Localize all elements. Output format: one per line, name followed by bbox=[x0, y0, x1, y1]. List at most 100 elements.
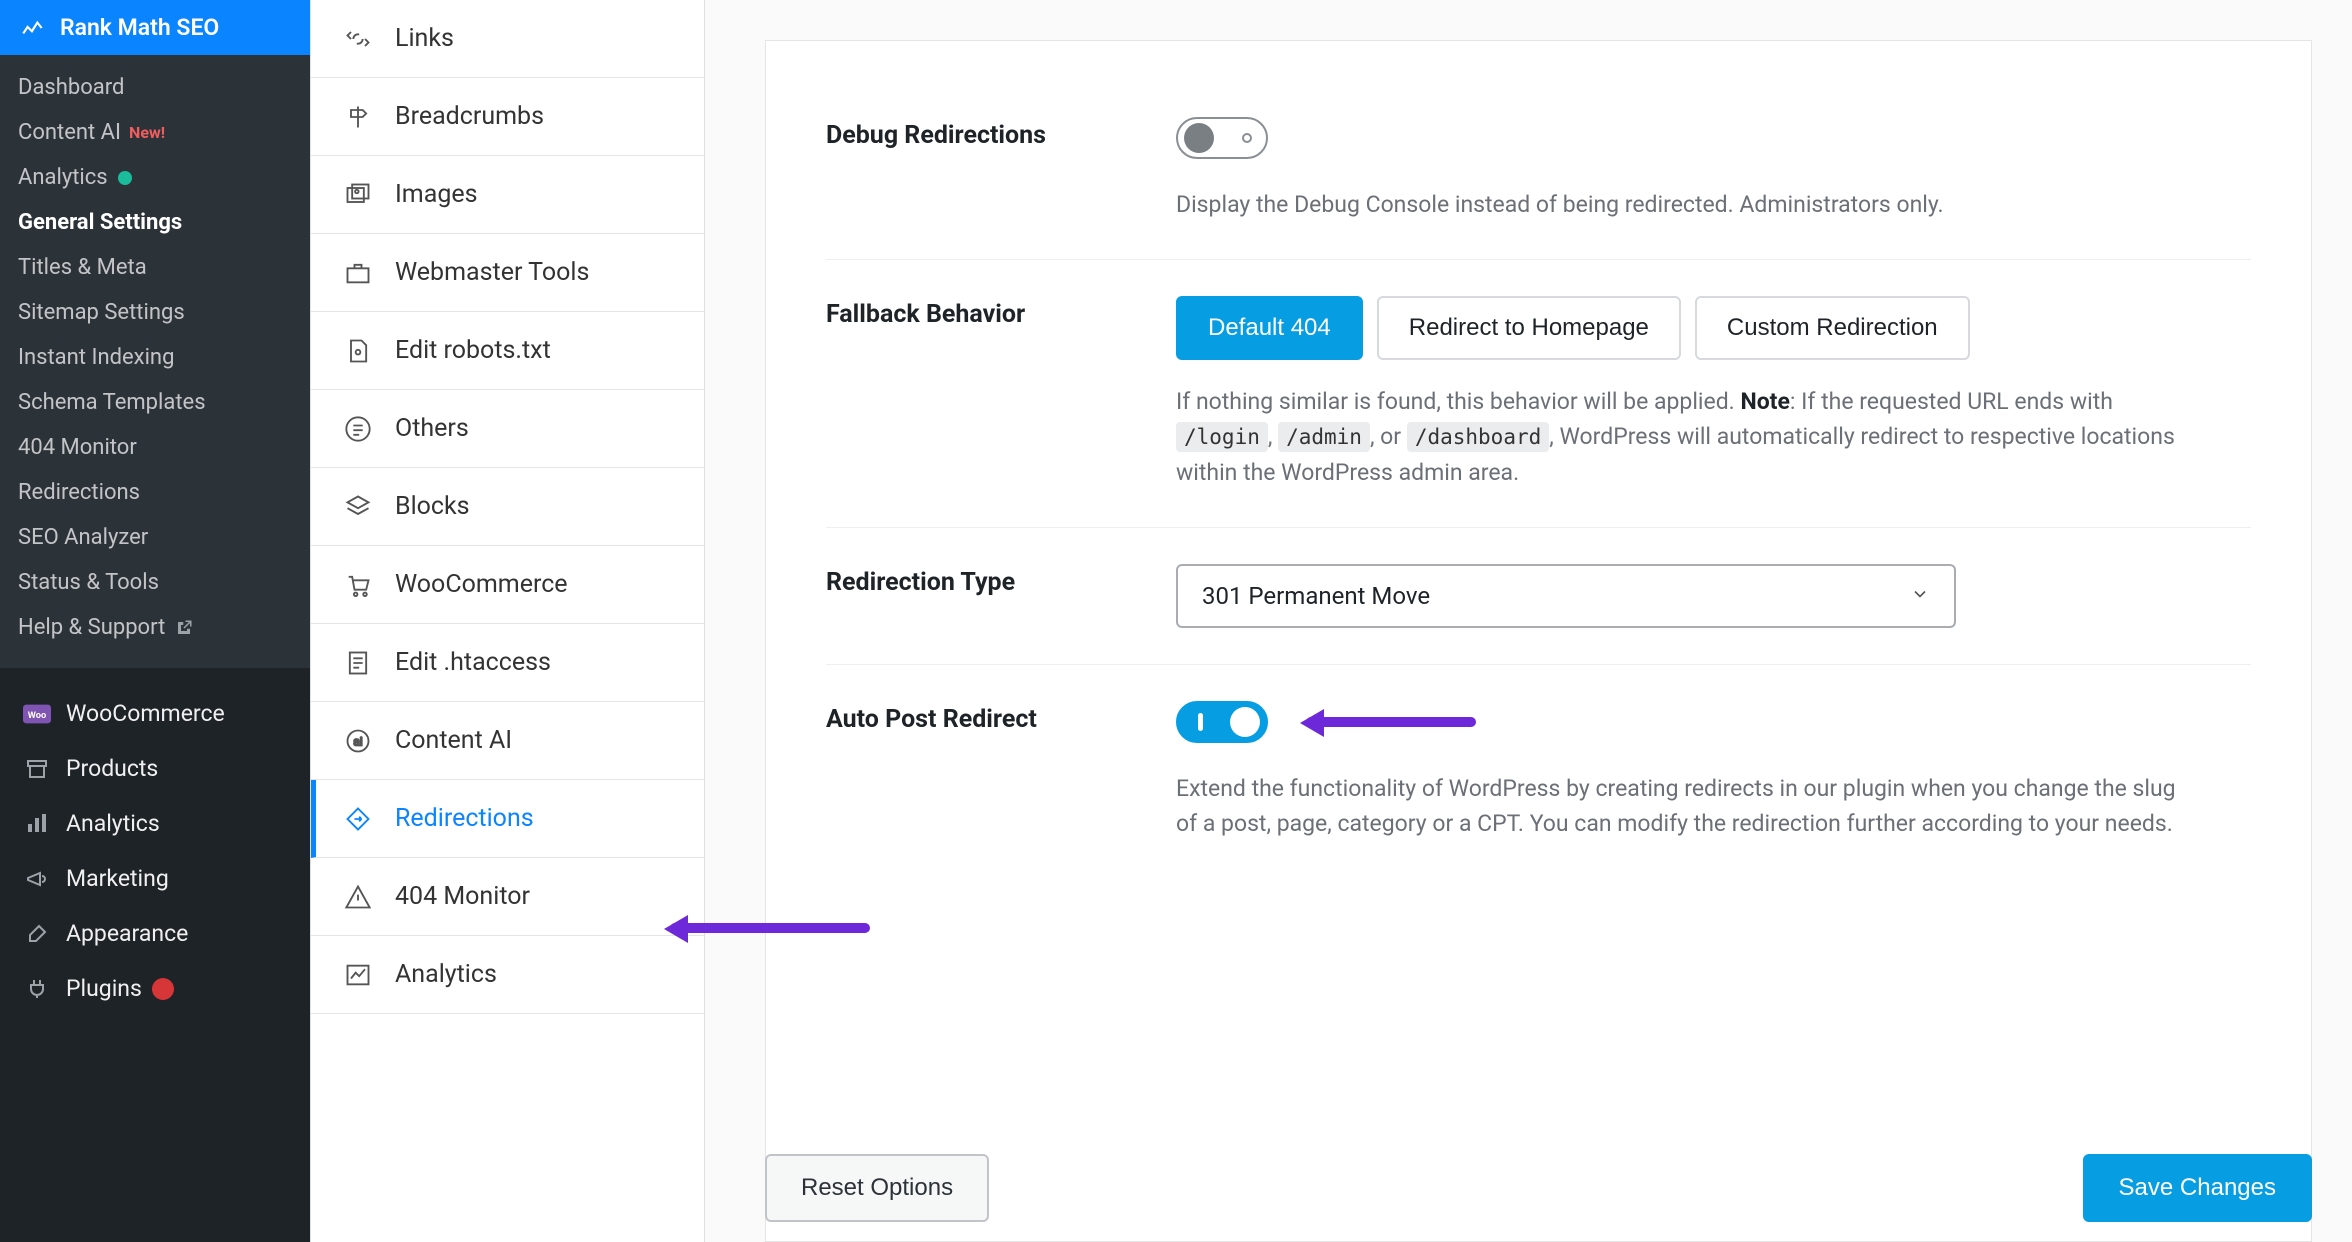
wp-submenu: Dashboard Content AINew! Analytics Gener… bbox=[0, 55, 310, 668]
bar-chart-icon bbox=[20, 812, 54, 836]
save-button[interactable]: Save Changes bbox=[2083, 1154, 2312, 1222]
sub-item-analytics[interactable]: Analytics bbox=[0, 155, 310, 200]
sub-label: Status & Tools bbox=[18, 570, 159, 595]
sub-item-404-monitor[interactable]: 404 Monitor bbox=[0, 425, 310, 470]
select-value: 301 Permanent Move bbox=[1202, 582, 1430, 610]
sub-item-status-tools[interactable]: Status & Tools bbox=[0, 560, 310, 605]
images-icon bbox=[337, 181, 379, 209]
desc-text: , or bbox=[1370, 423, 1407, 450]
sub-label: Schema Templates bbox=[18, 390, 206, 415]
tab-label: Redirections bbox=[395, 804, 534, 833]
sub-label: Content AI bbox=[18, 120, 121, 145]
setting-auto-post-redirect: Auto Post Redirect Extend the functional… bbox=[826, 665, 2251, 878]
menu-item-marketing[interactable]: Marketing bbox=[0, 851, 310, 906]
sub-item-schema-templates[interactable]: Schema Templates bbox=[0, 380, 310, 425]
tab-blocks[interactable]: Blocks bbox=[311, 468, 704, 546]
blocks-icon bbox=[337, 493, 379, 521]
tab-404-monitor[interactable]: 404 Monitor bbox=[311, 858, 704, 936]
menu-item-woocommerce[interactable]: WooWooCommerce bbox=[0, 686, 310, 741]
wp-main-menu: WooWooCommerce Products Analytics Market… bbox=[0, 668, 310, 1016]
sub-item-sitemap[interactable]: Sitemap Settings bbox=[0, 290, 310, 335]
menu-item-plugins[interactable]: Plugins bbox=[0, 961, 310, 1016]
sub-label: 404 Monitor bbox=[18, 435, 137, 460]
briefcase-icon bbox=[337, 259, 379, 287]
menu-label: Plugins bbox=[66, 975, 142, 1002]
annotation-arrow-icon bbox=[1306, 717, 1476, 727]
tab-analytics[interactable]: Analytics bbox=[311, 936, 704, 1014]
tab-others[interactable]: Others bbox=[311, 390, 704, 468]
sub-label: Help & Support bbox=[18, 615, 165, 640]
list-icon bbox=[337, 415, 379, 443]
tab-label: Content AI bbox=[395, 726, 512, 755]
settings-footer: Reset Options Save Changes bbox=[765, 1134, 2312, 1242]
svg-text:Woo: Woo bbox=[28, 709, 47, 720]
sub-item-general-settings[interactable]: General Settings bbox=[0, 200, 310, 245]
chevron-down-icon bbox=[1910, 582, 1930, 610]
signpost-icon bbox=[337, 103, 379, 131]
setting-field: 301 Permanent Move bbox=[1176, 564, 2251, 628]
redirection-type-select[interactable]: 301 Permanent Move bbox=[1176, 564, 1956, 628]
tab-content-ai[interactable]: ai Content AI bbox=[311, 702, 704, 780]
sub-item-dashboard[interactable]: Dashboard bbox=[0, 65, 310, 110]
plug-icon bbox=[20, 977, 54, 1001]
desc-text: , bbox=[1268, 423, 1278, 450]
toggle-on-indicator-icon bbox=[1198, 713, 1203, 731]
setting-desc: Extend the functionality of WordPress by… bbox=[1176, 771, 2196, 842]
tab-redirections[interactable]: Redirections bbox=[311, 780, 704, 858]
setting-label: Redirection Type bbox=[826, 564, 1176, 628]
auto-post-toggle[interactable] bbox=[1176, 701, 1268, 743]
wp-admin-sidebar: Rank Math SEO Dashboard Content AINew! A… bbox=[0, 0, 310, 1242]
sub-label: Instant Indexing bbox=[18, 345, 174, 370]
sub-label: General Settings bbox=[18, 210, 182, 235]
reset-button[interactable]: Reset Options bbox=[765, 1154, 989, 1222]
sidebar-top-label: Rank Math SEO bbox=[60, 14, 219, 41]
desc-text: If nothing similar is found, this behavi… bbox=[1176, 388, 1740, 415]
menu-item-analytics[interactable]: Analytics bbox=[0, 796, 310, 851]
menu-item-products[interactable]: Products bbox=[0, 741, 310, 796]
code-admin: /admin bbox=[1278, 422, 1370, 452]
debug-toggle[interactable] bbox=[1176, 117, 1268, 159]
external-link-icon bbox=[175, 619, 193, 637]
tab-woocommerce[interactable]: WooCommerce bbox=[311, 546, 704, 624]
sub-item-titles-meta[interactable]: Titles & Meta bbox=[0, 245, 310, 290]
menu-item-appearance[interactable]: Appearance bbox=[0, 906, 310, 961]
woo-icon: Woo bbox=[20, 704, 54, 724]
fallback-option-homepage[interactable]: Redirect to Homepage bbox=[1377, 296, 1681, 360]
tab-images[interactable]: Images bbox=[311, 156, 704, 234]
sub-label: Dashboard bbox=[18, 75, 124, 100]
sub-label: Analytics bbox=[18, 165, 108, 190]
sub-item-instant-indexing[interactable]: Instant Indexing bbox=[0, 335, 310, 380]
setting-label: Debug Redirections bbox=[826, 117, 1176, 223]
tab-edit-robots[interactable]: Edit robots.txt bbox=[311, 312, 704, 390]
redirect-icon bbox=[337, 805, 379, 833]
setting-debug-redirections: Debug Redirections Display the Debug Con… bbox=[826, 81, 2251, 260]
settings-panel: Debug Redirections Display the Debug Con… bbox=[765, 40, 2312, 1242]
warn-icon bbox=[337, 883, 379, 911]
tab-edit-htaccess[interactable]: Edit .htaccess bbox=[311, 624, 704, 702]
menu-label: Marketing bbox=[66, 865, 169, 892]
sub-item-redirections[interactable]: Redirections bbox=[0, 470, 310, 515]
sub-label: Titles & Meta bbox=[18, 255, 147, 280]
sidebar-item-rank-math[interactable]: Rank Math SEO bbox=[0, 0, 310, 55]
fallback-option-custom[interactable]: Custom Redirection bbox=[1695, 296, 1970, 360]
tab-label: Analytics bbox=[395, 960, 497, 989]
sub-item-help-support[interactable]: Help & Support bbox=[0, 605, 310, 650]
rank-math-icon bbox=[20, 15, 46, 41]
svg-text:ai: ai bbox=[353, 734, 362, 748]
desc-text: : If the requested URL ends with bbox=[1790, 388, 2113, 415]
fallback-option-default-404[interactable]: Default 404 bbox=[1176, 296, 1363, 360]
sub-item-seo-analyzer[interactable]: SEO Analyzer bbox=[0, 515, 310, 560]
setting-desc: Display the Debug Console instead of bei… bbox=[1176, 187, 2196, 223]
tab-links[interactable]: Links bbox=[311, 0, 704, 78]
menu-label: Analytics bbox=[66, 810, 160, 837]
tab-webmaster-tools[interactable]: Webmaster Tools bbox=[311, 234, 704, 312]
sub-item-content-ai[interactable]: Content AINew! bbox=[0, 110, 310, 155]
graph-icon bbox=[337, 961, 379, 989]
file-icon bbox=[337, 337, 379, 365]
cart-icon bbox=[337, 571, 379, 599]
tab-label: Images bbox=[395, 180, 478, 209]
setting-field: Default 404 Redirect to Homepage Custom … bbox=[1176, 296, 2251, 491]
tab-breadcrumbs[interactable]: Breadcrumbs bbox=[311, 78, 704, 156]
code-dashboard: /dashboard bbox=[1407, 422, 1549, 452]
tab-label: Webmaster Tools bbox=[395, 258, 589, 287]
